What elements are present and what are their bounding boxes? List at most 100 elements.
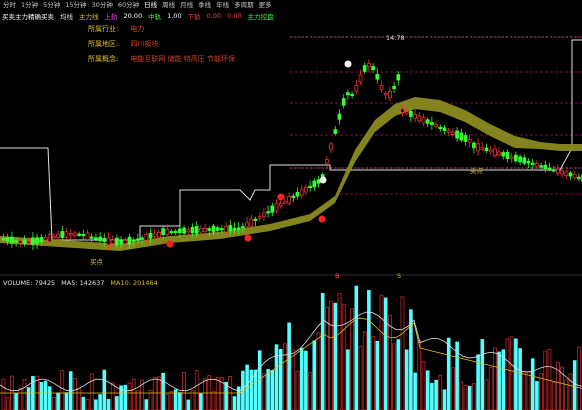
volume-bar [392,343,396,410]
candle-body [560,170,564,175]
candle-body [47,234,52,242]
candle-body [253,218,258,221]
candle-body [56,233,60,239]
candle-body [73,232,77,236]
candle-body [400,108,405,113]
volume-bar [224,381,228,410]
main-force-band [0,97,582,251]
volume-bar [14,392,18,410]
volume-bar [283,343,287,410]
buy-signal-icon [166,240,174,248]
candle-body [18,240,23,244]
volume-bar [388,314,392,410]
candle-body [329,143,333,150]
candle-body [232,227,237,231]
volume-bar [442,389,447,410]
buy-signal-icon [244,234,252,242]
volume-bar [5,397,10,410]
volume-bar [165,394,170,410]
volume-bar [249,369,254,410]
candle-body [245,222,249,228]
candle-body [304,186,308,193]
candle-body [115,237,119,246]
candle-body [354,85,359,92]
volume-bar [295,370,300,410]
candle-body [186,229,191,233]
volume-bar [463,385,468,410]
candle-body [543,164,548,170]
volume-bar [451,367,455,410]
volume-bar [106,399,111,410]
volume-bar [1,378,6,410]
sell-signal-icon [319,176,327,184]
volume-bar [73,378,77,410]
volume-bar [278,349,283,410]
candle-body [551,169,556,172]
volume-bar [253,369,258,410]
candle-body [161,228,165,235]
candle-body [564,171,569,176]
candle-body [270,205,275,213]
candle-body [26,241,31,244]
volume-bar [186,399,191,410]
volume-bar [43,380,48,410]
volume-bar [144,399,149,410]
candle-body [98,236,102,242]
candle-body [169,231,174,234]
volume-bar [199,393,203,410]
candle-body [89,236,94,239]
candle-body [514,154,518,162]
candle-body [102,237,107,242]
volume-bar [102,369,107,410]
volume-bar [509,336,514,410]
candle-body [119,239,123,245]
volume-bar [467,385,472,410]
volume-label: VOLUME: 79425 [3,279,56,287]
candle-body [173,230,178,234]
volume-bar [488,366,493,410]
candle-body [459,132,464,141]
price-high-label: 14.78 [386,34,405,42]
volume-bar [522,370,527,410]
candle-body [547,167,552,170]
candle-body [14,240,18,243]
candle-body [211,225,216,233]
candle-body [140,237,144,240]
candle-body [463,135,468,142]
candle-body [64,231,69,238]
candle-body [505,151,510,159]
candle-body [535,163,539,167]
candle-body [383,93,388,96]
sell-axis-marker: S [397,272,401,280]
volume-bar [375,340,380,410]
candle-body [136,238,140,241]
volume-bar [291,349,296,410]
volume-bar [287,322,291,410]
candle-body [165,229,170,235]
candle-body [144,234,149,241]
candle-body [182,227,186,234]
candle-body [43,237,48,241]
candle-body [220,228,224,231]
volume-bar [308,372,312,410]
volume-bar [514,338,518,410]
volume-bar [131,378,136,410]
candle-body [274,203,279,212]
volume-bar [568,373,573,410]
candle-body [577,176,581,180]
candlestick-chart[interactable]: 14.78 买点 卖点 B S [0,0,582,410]
candle-body [333,129,338,134]
volume-bar [152,376,157,410]
volume-bar [81,396,86,410]
candle-body [472,142,476,149]
buy-point-label: 买点 [90,258,104,266]
candle-body [392,86,396,90]
candle-body [295,191,300,197]
candle-body [60,231,65,238]
volume-bar [320,293,325,410]
volume-bar [480,339,485,410]
candle-body [417,115,422,122]
candle-body [434,124,438,127]
candle-body [568,172,573,177]
volume-bar [203,378,207,410]
